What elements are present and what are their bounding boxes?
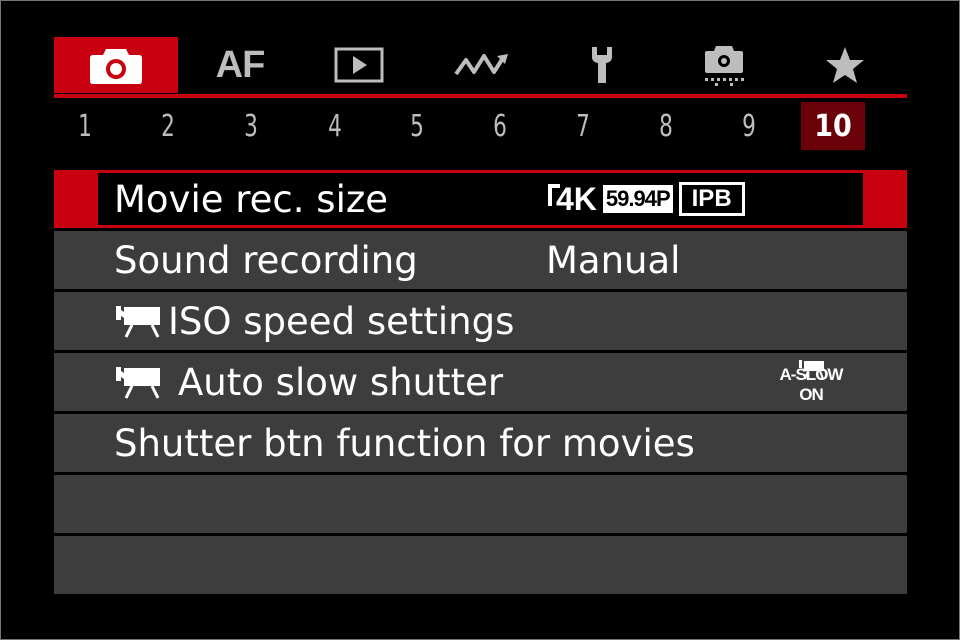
page-5[interactable]: 5 (391, 102, 442, 150)
tab-wireless[interactable] (420, 37, 544, 93)
tab-shooting[interactable] (54, 37, 178, 93)
wrench-icon (592, 47, 612, 83)
page-7[interactable]: 7 (557, 102, 608, 150)
menu-tab-bar: AF (54, 37, 907, 97)
camera-menu-screen: AF 1 2 3 4 5 6 7 8 9 10 Movie rec. size … (0, 0, 960, 640)
menu-item-label: Sound recording (114, 238, 418, 282)
menu-item-label: Shutter btn function for movies (114, 421, 695, 465)
iso-speed-settings-label: ISO speed settings (168, 299, 515, 343)
auto-slow-shutter-value-label: A-SLOW ON (779, 365, 844, 404)
wireless-icon (454, 54, 508, 76)
resolution-badge: 4K (548, 181, 597, 218)
menu-item-label: ISO speed settings (114, 292, 514, 350)
menu-item-auto-slow-shutter[interactable]: Auto slow shutter A-SLOW ON (54, 353, 907, 411)
tab-setup[interactable] (540, 37, 664, 93)
menu-item-empty (54, 536, 907, 594)
page-8[interactable]: 8 (640, 102, 691, 150)
menu-item-empty (54, 475, 907, 533)
menu-list: Movie rec. size 4K 59.94P IPB Sound reco… (54, 170, 907, 597)
resolution-label: 4K (556, 180, 597, 217)
page-2[interactable]: 2 (142, 102, 193, 150)
menu-item-label: Auto slow shutter (114, 353, 503, 411)
tab-my-menu[interactable] (783, 37, 907, 93)
page-1[interactable]: 1 (59, 102, 110, 150)
auto-slow-shutter-label: Auto slow shutter (178, 360, 504, 404)
playback-icon (334, 47, 384, 83)
tab-custom-functions[interactable] (662, 37, 786, 93)
menu-item-movie-rec-size[interactable]: Movie rec. size 4K 59.94P IPB (54, 170, 907, 228)
tab-underline (54, 94, 907, 98)
camera-icon (90, 49, 142, 84)
movie-camera-icon (116, 306, 160, 338)
frame-rate-badge: 59.94P (602, 185, 673, 213)
movie-camera-icon (116, 367, 160, 399)
page-10[interactable]: 10 (801, 102, 865, 150)
page-3[interactable]: 3 (225, 102, 276, 150)
menu-item-label: Movie rec. size (114, 177, 389, 221)
tab-af[interactable]: AF (178, 37, 302, 93)
tab-playback[interactable] (297, 37, 421, 93)
sound-recording-value: Manual (546, 238, 681, 282)
compression-badge: IPB (678, 182, 745, 216)
menu-item-sound-recording[interactable]: Sound recording Manual (54, 231, 907, 289)
movie-rec-size-value: 4K 59.94P IPB (548, 170, 745, 228)
page-6[interactable]: 6 (474, 102, 525, 150)
star-icon (826, 47, 864, 83)
menu-item-shutter-btn-function[interactable]: Shutter btn function for movies (54, 414, 907, 472)
custom-camera-icon (705, 46, 744, 86)
auto-slow-shutter-value: A-SLOW ON (766, 359, 856, 409)
menu-item-iso-speed-settings[interactable]: ISO speed settings (54, 292, 907, 350)
page-9[interactable]: 9 (723, 102, 774, 150)
tab-af-label: AF (215, 43, 266, 86)
page-4[interactable]: 4 (309, 102, 360, 150)
